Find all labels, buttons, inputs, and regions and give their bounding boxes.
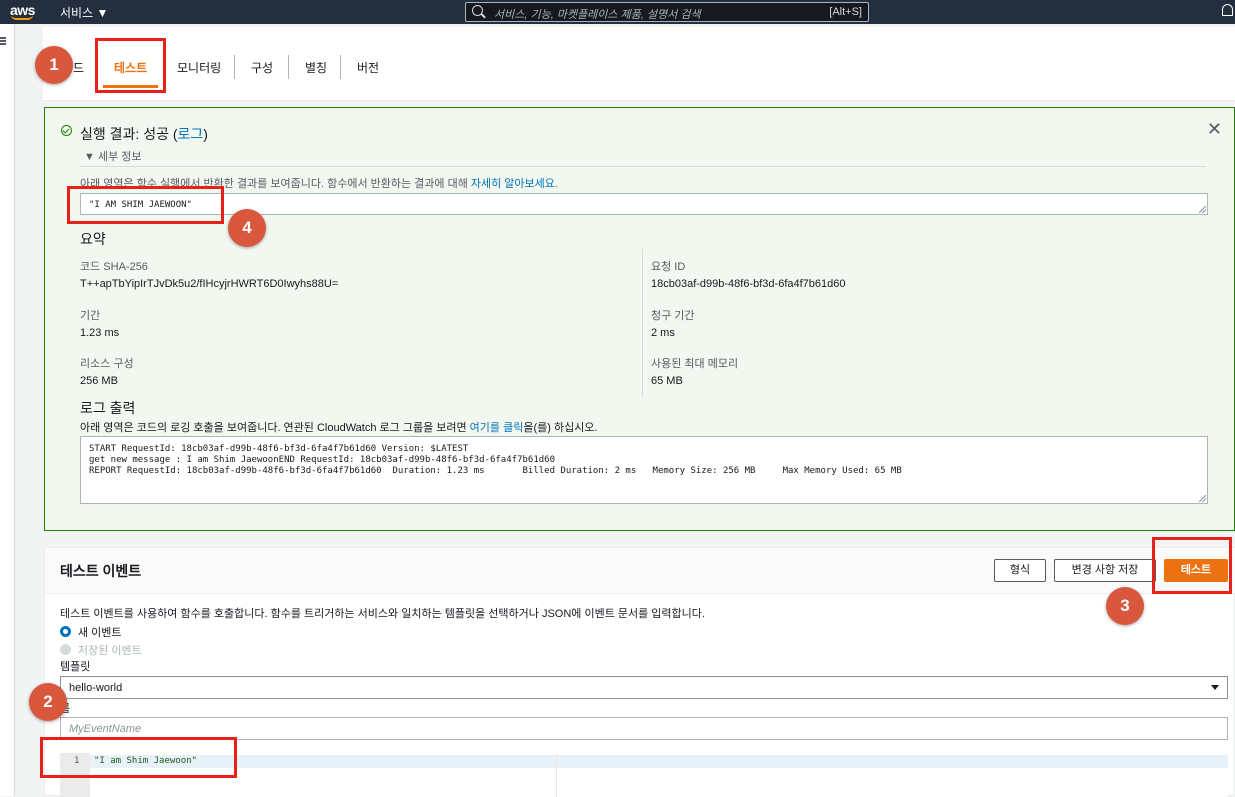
highlight-box-test-tab [95, 38, 166, 93]
divider [80, 166, 1206, 167]
tab-divider [288, 55, 289, 79]
highlight-box-editor [40, 737, 237, 778]
learn-more-link[interactable]: 자세히 알아보세요 [471, 178, 555, 190]
radio-new-event-label[interactable]: 새 이벤트 [78, 624, 122, 640]
tab-divider [340, 55, 341, 79]
resources-value: 256 MB [80, 375, 118, 387]
result-title-text: 실행 결과: 성공 ( [80, 126, 178, 142]
test-event-header: 테스트 이벤트 형식 변경 사항 저장 테스트 [45, 548, 1235, 594]
services-menu[interactable]: 서비스 ▼ [60, 4, 108, 21]
top-nav-bar: aws 서비스 ▼ 서비스, 기능, 마켓플레이스 제품, 설명서 검색 [Al… [0, 0, 1235, 24]
log-description-end: 을(를) 하십시오. [523, 422, 598, 434]
result-title: 실행 결과: 성공 (로그) [80, 124, 208, 144]
tab-monitoring[interactable]: 모니터링 [177, 59, 221, 76]
code-sha-value: T++apTbYipIrTJvDk5u2/fIHcyjrHWRT6D0Iwyhs… [80, 278, 339, 290]
function-tabs: 드 테스트 모니터링 구성 별칭 버전 [43, 27, 1235, 101]
close-icon[interactable]: ✕ [1207, 119, 1222, 140]
event-name-placeholder: MyEventName [69, 723, 142, 735]
result-description-end: . [554, 178, 558, 190]
duration-label: 기간 [80, 310, 101, 322]
tab-code[interactable]: 드 [73, 59, 84, 76]
log-output-box[interactable]: START RequestId: 18cb03af-d99b-48f6-bf3d… [80, 436, 1208, 504]
template-label: 템플릿 [60, 661, 91, 673]
log-description: 아래 영역은 코드의 로깅 호출을 보여줍니다. 연관된 CloudWatch … [80, 419, 598, 435]
cloudwatch-link[interactable]: 여기를 클릭 [470, 422, 524, 434]
logs-link[interactable]: 로그 [178, 126, 204, 142]
template-select-value: hello-world [69, 682, 123, 694]
test-event-description: 테스트 이벤트를 사용하여 함수를 호출합니다. 함수를 트리거하는 서비스와 … [60, 608, 705, 620]
execution-result-panel: 실행 결과: 성공 (로그) ✕ ▼ 세부 정보 아래 영역은 함수 실행에서 … [44, 107, 1235, 531]
details-toggle[interactable]: ▼ 세부 정보 [84, 148, 141, 164]
radio-saved-event-label[interactable]: 저장된 이벤트 [78, 642, 142, 658]
log-description-text: 아래 영역은 코드의 로깅 호출을 보여줍니다. 연관된 CloudWatch … [80, 422, 470, 434]
search-placeholder: 서비스, 기능, 마켓플레이스 제품, 설명서 검색 [494, 9, 701, 21]
step-marker-4: 4 [228, 209, 266, 247]
tab-versions[interactable]: 버전 [357, 59, 379, 76]
search-icon [472, 5, 483, 16]
resize-handle-icon[interactable] [1199, 495, 1206, 502]
hamburger-icon[interactable] [0, 37, 6, 45]
request-id-label: 요청 ID [651, 261, 686, 273]
resize-handle-icon[interactable] [1199, 206, 1206, 213]
code-sha-label: 코드 SHA-256 [80, 261, 148, 273]
duration-value: 1.23 ms [80, 327, 120, 339]
template-select[interactable]: hello-world [60, 676, 1228, 699]
log-output-heading: 로그 출력 [80, 400, 136, 416]
format-button[interactable]: 형식 [994, 559, 1046, 582]
highlight-box-test-button [1152, 537, 1232, 594]
search-input[interactable]: 서비스, 기능, 마켓플레이스 제품, 설명서 검색 [Alt+S] [465, 2, 869, 22]
max-memory-label: 사용된 최대 메모리 [651, 358, 739, 370]
column-divider [642, 249, 643, 397]
bell-icon[interactable] [1222, 4, 1233, 16]
tab-configuration[interactable]: 구성 [251, 59, 273, 76]
print-margin [556, 753, 557, 797]
radio-saved-event[interactable] [60, 644, 71, 655]
aws-logo-smile [11, 15, 33, 20]
step-marker-1: 1 [35, 46, 73, 84]
tab-aliases[interactable]: 별칭 [305, 59, 327, 76]
billed-duration-label: 청구 기간 [651, 310, 695, 322]
summary-heading: 요약 [80, 231, 106, 247]
test-event-title: 테스트 이벤트 [60, 563, 142, 579]
success-check-icon [61, 125, 72, 136]
search-shortcut: [Alt+S] [829, 6, 862, 18]
tab-divider [234, 55, 235, 79]
billed-duration-value: 2 ms [651, 327, 675, 339]
radio-new-event[interactable] [60, 626, 71, 637]
max-memory-value: 65 MB [651, 375, 683, 387]
highlight-box-output [67, 186, 224, 224]
step-marker-2: 2 [29, 683, 67, 721]
active-line-highlight [90, 755, 1228, 768]
save-changes-button[interactable]: 변경 사항 저장 [1054, 559, 1156, 582]
step-marker-3: 3 [1106, 587, 1144, 625]
request-id-value: 18cb03af-d99b-48f6-bf3d-6fa4f7b61d60 [651, 278, 846, 290]
side-nav-strip [0, 24, 15, 796]
chevron-down-icon [1211, 685, 1219, 690]
result-title-close: ) [203, 126, 208, 142]
log-output-text: START RequestId: 18cb03af-d99b-48f6-bf3d… [89, 444, 902, 476]
resources-label: 리소스 구성 [80, 358, 134, 370]
